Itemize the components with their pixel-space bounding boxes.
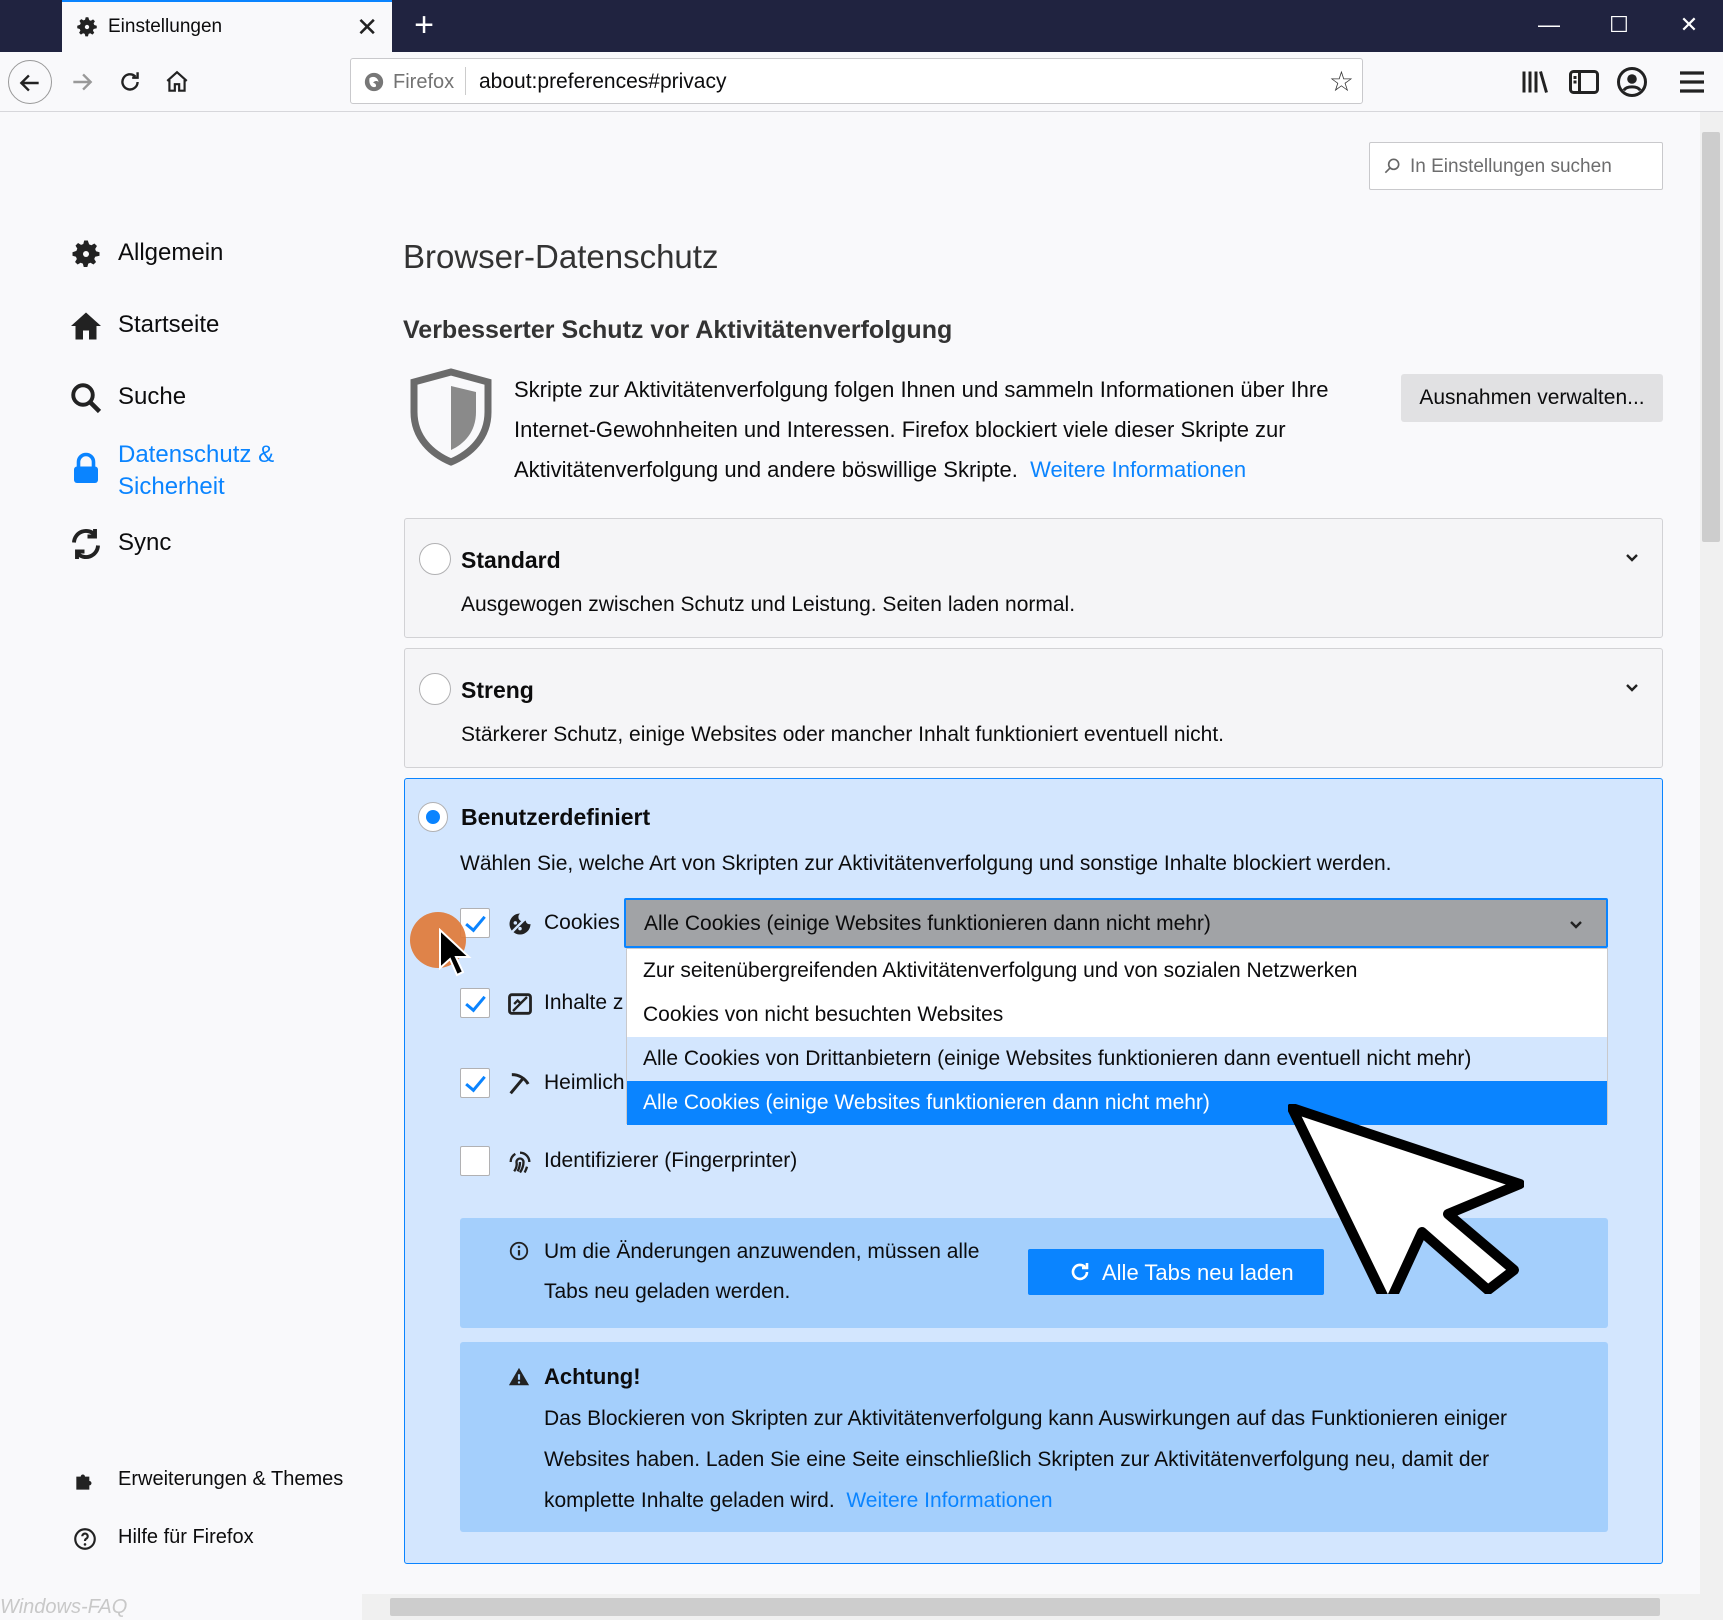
lock-icon xyxy=(74,452,98,483)
custom-title: Benutzerdefiniert xyxy=(461,804,651,830)
standard-radio[interactable] xyxy=(419,543,451,575)
sidebar-footer-label: Erweiterungen & Themes xyxy=(118,1468,344,1490)
info-icon xyxy=(509,1241,529,1261)
home-icon xyxy=(71,312,101,340)
cryptominer-icon xyxy=(509,1073,530,1095)
strict-description: Stärkerer Schutz, einige Websites oder m… xyxy=(461,723,1225,746)
cookie-icon xyxy=(508,912,532,936)
settings-search-input[interactable]: In Einstellungen suchen xyxy=(1369,142,1663,190)
home-icon xyxy=(166,70,188,92)
reload-all-tabs-button[interactable]: Alle Tabs neu laden xyxy=(1028,1249,1324,1295)
close-tab-icon[interactable]: ✕ xyxy=(356,12,378,43)
chevron-down-icon xyxy=(1570,921,1582,929)
strict-radio[interactable] xyxy=(419,673,451,705)
forward-button[interactable] xyxy=(60,60,104,104)
tab-settings[interactable]: Einstellungen ✕ xyxy=(62,0,392,52)
dropdown-option[interactable]: Zur seitenübergreifenden Aktivitätenverf… xyxy=(627,949,1607,993)
manage-exceptions-button[interactable]: Ausnahmen verwalten... xyxy=(1401,374,1663,422)
fingerprinters-checkbox[interactable] xyxy=(460,1146,490,1176)
close-window-button[interactable]: ✕ xyxy=(1664,8,1714,44)
cookies-select[interactable]: Alle Cookies (einige Websites funktionie… xyxy=(624,898,1608,948)
warning-icon xyxy=(508,1367,530,1386)
arrow-right-icon xyxy=(73,73,93,91)
etp-description: Skripte zur Aktivitätenverfolgung folgen… xyxy=(514,370,1384,490)
vertical-scroll-thumb[interactable] xyxy=(1702,132,1720,542)
bookmark-star-icon[interactable]: ☆ xyxy=(1329,65,1354,98)
large-cursor-arrow-icon xyxy=(1288,1104,1524,1294)
dropdown-option-label: Cookies von nicht besuchten Websites xyxy=(643,1003,1004,1026)
reload-button[interactable] xyxy=(108,60,152,104)
back-button[interactable] xyxy=(8,60,52,104)
content-block-icon xyxy=(508,993,532,1015)
help-icon xyxy=(74,1528,96,1550)
tab-title: Einstellungen xyxy=(108,16,223,37)
menu-icon[interactable] xyxy=(1674,64,1710,100)
warning-learn-more-link[interactable]: Weitere Informationen xyxy=(846,1489,1052,1512)
reload-icon xyxy=(1071,1263,1089,1281)
account-icon[interactable] xyxy=(1614,64,1650,100)
firefox-icon xyxy=(364,72,384,92)
custom-description: Wählen Sie, welche Art von Skripten zur … xyxy=(460,852,1392,875)
search-icon xyxy=(71,383,102,414)
strict-title: Streng xyxy=(461,677,534,703)
gear-icon xyxy=(72,240,100,268)
cookies-select-value: Alle Cookies (einige Websites funktionie… xyxy=(644,912,1211,935)
chevron-down-icon[interactable] xyxy=(1624,549,1640,565)
url-separator xyxy=(465,67,466,95)
etp-heading: Verbesserter Schutz vor Aktivitätenverfo… xyxy=(403,316,953,344)
url-bar[interactable]: Firefox about:preferences#privacy ☆ xyxy=(350,58,1363,104)
cryptominers-checkbox[interactable] xyxy=(460,1068,490,1098)
learn-more-link[interactable]: Weitere Informationen xyxy=(1030,457,1246,482)
dropdown-option-label: Alle Cookies von Drittanbietern (einige … xyxy=(643,1047,1472,1070)
chevron-down-icon[interactable] xyxy=(1624,679,1640,695)
gear-icon xyxy=(77,17,97,37)
identity-label: Firefox xyxy=(393,71,455,93)
cookies-dropdown-list: Zur seitenübergreifenden Aktivitätenverf… xyxy=(626,948,1608,1125)
puzzle-icon xyxy=(76,1474,92,1490)
url-text[interactable]: about:preferences#privacy xyxy=(479,70,726,94)
standard-title: Standard xyxy=(461,547,561,573)
sidebar-footer-label: Hilfe für Firefox xyxy=(118,1526,254,1548)
custom-radio[interactable] xyxy=(418,802,448,832)
dropdown-option-label: Zur seitenübergreifenden Aktivitätenverf… xyxy=(643,959,1358,982)
sync-icon xyxy=(72,529,100,559)
cookies-label: Cookies xyxy=(544,911,620,934)
reload-notice-text: Um die Änderungen anzuwenden, müssen all… xyxy=(544,1240,980,1303)
maximize-button[interactable]: ☐ xyxy=(1594,8,1644,44)
warning-title: Achtung! xyxy=(544,1364,641,1389)
sidebar-item-label: Allgemein xyxy=(118,239,224,266)
fingerprinters-label: Identifizierer (Fingerprinter) xyxy=(544,1149,798,1172)
minimize-button[interactable]: — xyxy=(1524,8,1574,44)
mouse-cursor-icon xyxy=(439,928,472,977)
watermark: Windows-FAQ xyxy=(0,1596,128,1618)
sidebar-icon[interactable] xyxy=(1566,64,1602,100)
standard-description: Ausgewogen zwischen Schutz und Leistung.… xyxy=(461,593,1076,616)
sidebar-item-label: Suche xyxy=(118,383,187,410)
new-tab-button[interactable]: + xyxy=(404,6,444,46)
sidebar-item-label: Startseite xyxy=(118,311,220,338)
sidebar-item-label-line2: Sicherheit xyxy=(118,473,225,500)
strict-option-card[interactable]: Streng Stärkerer Schutz, einige Websites… xyxy=(404,648,1663,768)
reload-icon xyxy=(121,72,139,91)
search-icon xyxy=(1384,158,1400,174)
search-placeholder: In Einstellungen suchen xyxy=(1410,156,1612,177)
home-button[interactable] xyxy=(155,60,199,104)
dropdown-option-hovered[interactable]: Alle Cookies von Drittanbietern (einige … xyxy=(627,1037,1607,1081)
sidebar-item-label: Datenschutz & xyxy=(118,441,275,468)
reload-all-tabs-label: Alle Tabs neu laden xyxy=(1102,1260,1294,1285)
horizontal-scroll-thumb[interactable] xyxy=(390,1598,1660,1616)
library-icon[interactable] xyxy=(1518,64,1554,100)
content-checkbox[interactable] xyxy=(460,988,490,1018)
page-title: Browser-Datenschutz xyxy=(403,238,719,275)
standard-option-card[interactable]: Standard Ausgewogen zwischen Schutz und … xyxy=(404,518,1663,638)
shield-icon xyxy=(410,368,492,466)
fingerprint-icon xyxy=(509,1151,531,1174)
dropdown-option[interactable]: Cookies von nicht besuchten Websites xyxy=(627,993,1607,1037)
arrow-left-icon xyxy=(19,74,39,92)
cryptominers-label: Heimlich xyxy=(544,1071,625,1094)
dropdown-option-label: Alle Cookies (einige Websites funktionie… xyxy=(643,1091,1210,1114)
warning-text: Das Blockieren von Skripten zur Aktivitä… xyxy=(544,1398,1584,1521)
content-label: Inhalte z xyxy=(544,991,624,1014)
sidebar-item-label: Sync xyxy=(118,529,172,556)
